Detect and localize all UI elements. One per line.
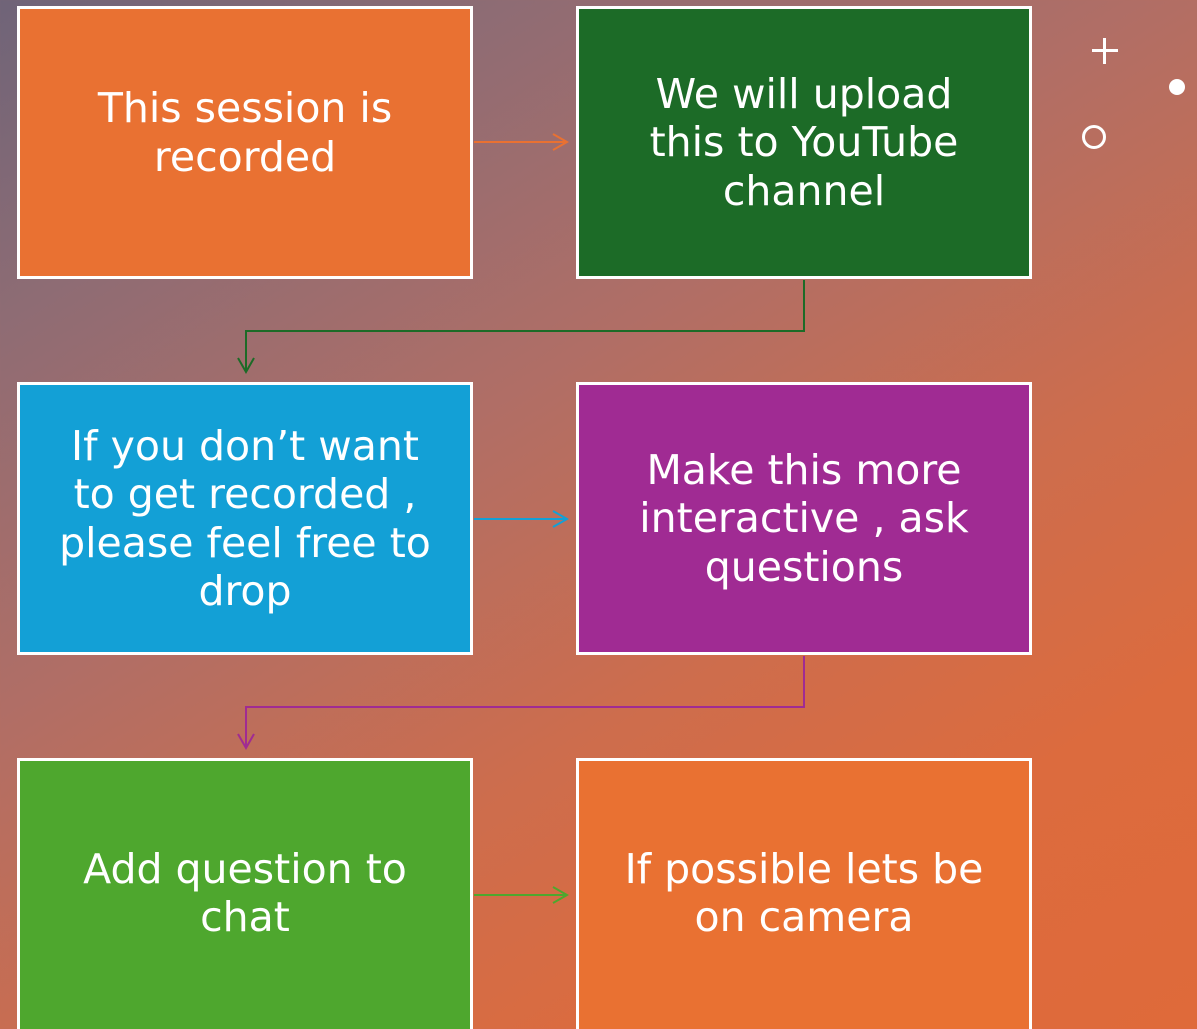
flow-box-chat-questions: Add question to chat bbox=[17, 758, 473, 1029]
flow-box-label: We will upload this to YouTube channel bbox=[649, 69, 959, 215]
flow-box-label: If possible lets be on camera bbox=[624, 844, 984, 941]
flow-box-label: Make this more interactive , ask questio… bbox=[639, 445, 969, 591]
flow-box-camera: If possible lets be on camera bbox=[576, 758, 1032, 1029]
plus-icon bbox=[1090, 36, 1120, 66]
connector-box5-to-box6 bbox=[474, 886, 570, 904]
filled-circle-icon bbox=[1169, 79, 1185, 95]
flow-box-label: Add question to chat bbox=[83, 844, 407, 941]
connector-box3-to-box4 bbox=[474, 510, 570, 528]
flow-box-interactive: Make this more interactive , ask questio… bbox=[576, 382, 1032, 655]
flow-box-label: If you don’t want to get recorded , plea… bbox=[59, 421, 431, 615]
flow-box-opt-out: If you don’t want to get recorded , plea… bbox=[17, 382, 473, 655]
connector-box2-to-box3 bbox=[237, 280, 805, 375]
flow-box-label: This session is recorded bbox=[97, 84, 393, 181]
hollow-circle-icon bbox=[1082, 125, 1106, 149]
connector-box4-to-box5 bbox=[237, 656, 805, 751]
flow-box-youtube-upload: We will upload this to YouTube channel bbox=[576, 6, 1032, 279]
flow-box-session-recorded: This session is recorded bbox=[17, 6, 473, 279]
connector-box1-to-box2 bbox=[474, 133, 570, 151]
